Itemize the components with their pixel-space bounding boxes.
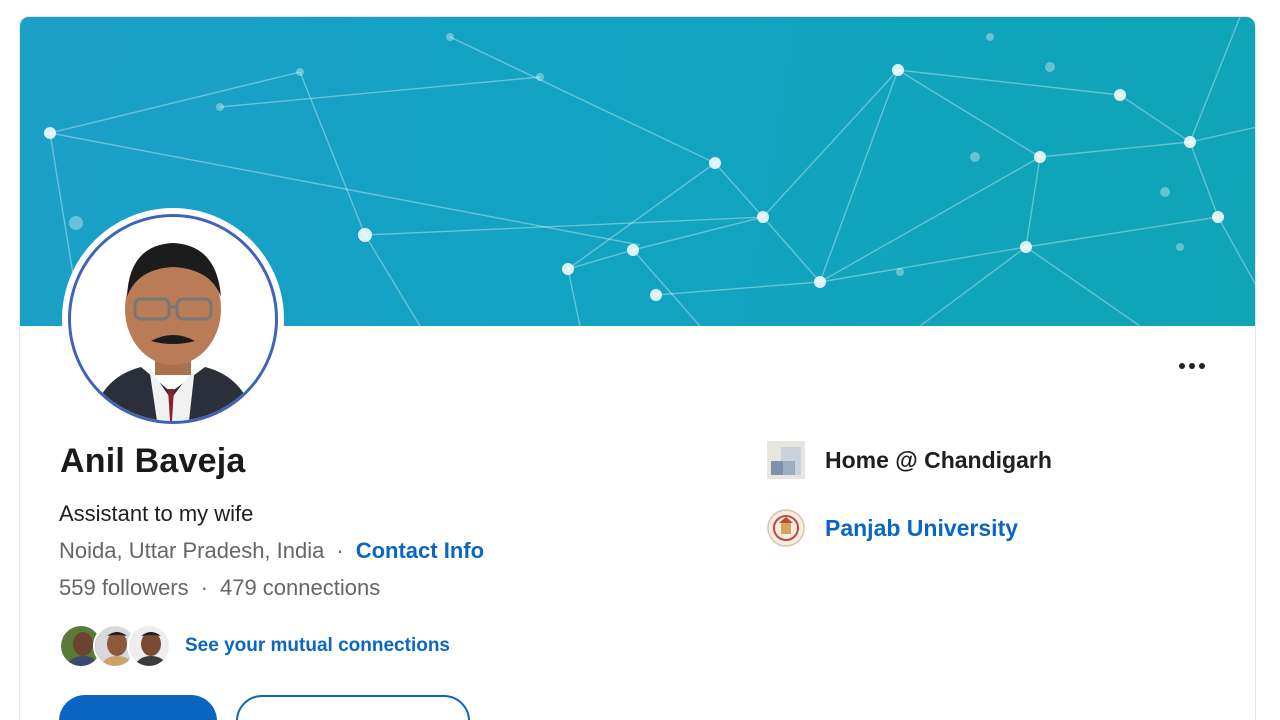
separator: · bbox=[336, 538, 344, 563]
location-line: Noida, Uttar Pradesh, India · Contact Info bbox=[59, 538, 484, 564]
mutual-connections[interactable]: See your mutual connections bbox=[59, 622, 450, 670]
education[interactable]: Panjab University bbox=[767, 509, 1018, 547]
person-portrait-icon bbox=[71, 217, 275, 421]
profile-name: Anil Baveja bbox=[60, 442, 246, 480]
profile-photo[interactable] bbox=[62, 208, 284, 430]
mutual-connections-link[interactable]: See your mutual connections bbox=[185, 635, 450, 657]
more-options-button[interactable] bbox=[1169, 353, 1215, 379]
profile-photo-ring bbox=[68, 214, 278, 424]
contact-info-link[interactable]: Contact Info bbox=[356, 538, 484, 563]
company-logo-icon bbox=[767, 441, 805, 479]
followers-count: 559 followers bbox=[59, 575, 189, 600]
more-options-icon bbox=[1179, 363, 1185, 369]
profile-location: Noida, Uttar Pradesh, India bbox=[59, 538, 325, 563]
mutual-avatars bbox=[59, 622, 171, 670]
separator: · bbox=[200, 575, 208, 600]
primary-action-button[interactable] bbox=[59, 695, 217, 720]
connections-count[interactable]: 479 connections bbox=[220, 575, 380, 600]
current-company[interactable]: Home @ Chandigarh bbox=[767, 441, 1052, 479]
university-seal-icon bbox=[767, 509, 805, 547]
stats-line: 559 followers · 479 connections bbox=[59, 575, 380, 601]
secondary-action-button[interactable] bbox=[236, 695, 470, 720]
profile-headline: Assistant to my wife bbox=[59, 501, 254, 526]
profile-card: Anil Baveja Assistant to my wife Noida, … bbox=[19, 16, 1256, 720]
mutual-avatar bbox=[127, 624, 171, 668]
school-name: Panjab University bbox=[825, 514, 1019, 541]
company-name: Home @ Chandigarh bbox=[825, 446, 1052, 473]
